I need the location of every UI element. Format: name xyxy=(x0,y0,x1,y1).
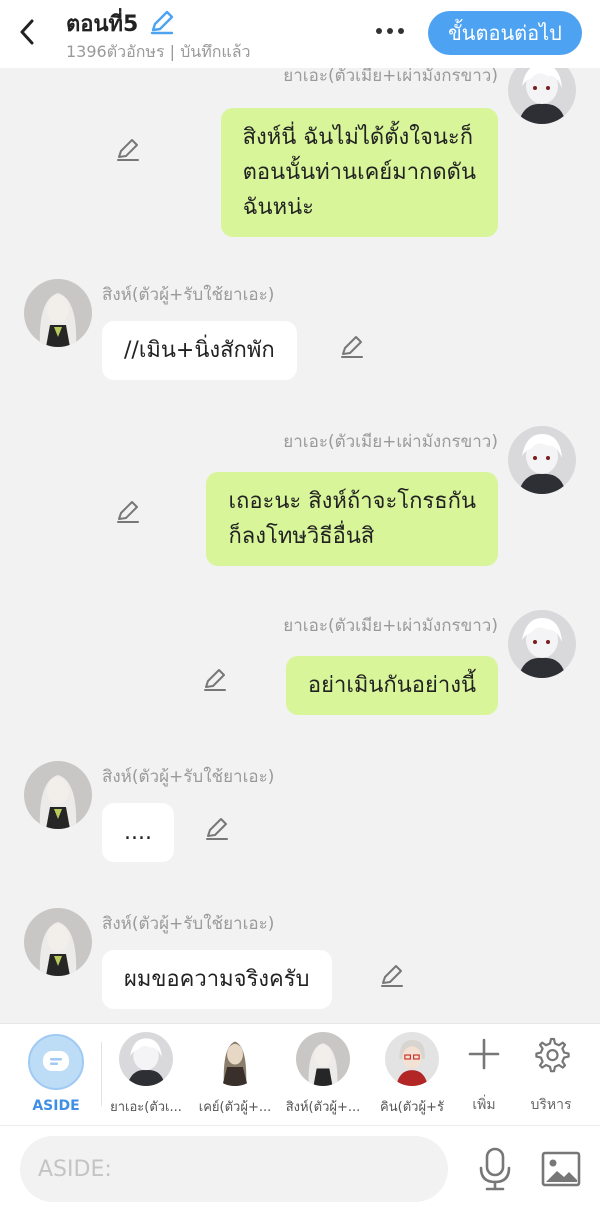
top-bar: ตอนที่5 1396ตัวอักษร | บันทึกแล้ว ขั้นตอ… xyxy=(0,0,600,68)
episode-title: ตอนที่5 xyxy=(66,12,139,37)
avatar-sing[interactable] xyxy=(24,279,92,347)
character-kin[interactable]: คิน(ตัวผู้+รั xyxy=(370,1032,454,1117)
edit-title-pencil-icon[interactable] xyxy=(148,8,176,36)
add-character-button[interactable]: เพิ่ม xyxy=(454,1034,514,1116)
character-yae[interactable]: ยาเอะ(ตัวเ... xyxy=(104,1032,188,1117)
speaker-name: ยาเอะ(ตัวเมีย+เผ่ามังกรขาว) xyxy=(283,616,498,636)
edit-message-pencil-icon[interactable] xyxy=(203,815,231,843)
character-label: คิน(ตัวผู้+รั xyxy=(380,1100,444,1115)
avatar-sing[interactable] xyxy=(24,761,92,829)
chat-area: ยาเอะ(ตัวเมีย+เผ่ามังกรขาว) สิงห์นี่ ฉัน… xyxy=(0,68,600,1023)
character-sing[interactable]: สิงห์(ตัวผู้+... xyxy=(281,1032,365,1117)
edit-message-pencil-icon[interactable] xyxy=(114,498,142,526)
speaker-name: ยาเอะ(ตัวเมีย+เผ่ามังกรขาว) xyxy=(283,68,498,86)
message-input[interactable] xyxy=(20,1136,448,1202)
message-input-bar xyxy=(0,1125,600,1214)
aside-label: ASIDE xyxy=(32,1098,80,1114)
character-kay[interactable]: เคย์(ตัวผู้+... xyxy=(193,1032,277,1117)
edit-message-pencil-icon[interactable] xyxy=(201,666,229,694)
message-bubble[interactable]: สิงห์นี่ ฉันไม่ได้ตั้งใจนะก็ ตอนนั้นท่าน… xyxy=(220,108,498,237)
add-label: เพิ่ม xyxy=(472,1097,496,1113)
message-bubble[interactable]: เถอะนะ สิงห์ถ้าจะโกรธกัน ก็ลงโทษวิธีอื่น… xyxy=(206,472,498,566)
character-label: เคย์(ตัวผู้+... xyxy=(198,1100,272,1115)
avatar-sing[interactable] xyxy=(24,908,92,976)
avatar xyxy=(296,1032,350,1086)
message-bubble[interactable]: อย่าเมินกันอย่างนี้ xyxy=(285,656,498,715)
gear-icon xyxy=(535,1037,570,1073)
more-options-icon[interactable] xyxy=(370,16,410,46)
speaker-name: ยาเอะ(ตัวเมีย+เผ่ามังกรขาว) xyxy=(283,432,498,452)
aside-button[interactable] xyxy=(28,1034,84,1090)
divider xyxy=(101,1042,102,1106)
edit-message-pencil-icon[interactable] xyxy=(114,136,142,164)
back-button[interactable] xyxy=(12,14,42,50)
speaker-name: สิงห์(ตัวผู้+รับใช้ยาเอะ) xyxy=(102,914,275,934)
message-bubble[interactable]: //เมิน+นิ่งสักพัก xyxy=(102,321,297,380)
speaker-name: สิงห์(ตัวผู้+รับใช้ยาเอะ) xyxy=(102,285,275,305)
character-count-status: 1396ตัวอักษร | บันทึกแล้ว xyxy=(66,42,251,61)
microphone-icon[interactable] xyxy=(474,1146,516,1192)
chat-bubble-icon xyxy=(43,1051,69,1071)
image-icon[interactable] xyxy=(540,1149,582,1189)
avatar xyxy=(208,1032,262,1086)
manage-characters-button[interactable]: บริหาร xyxy=(521,1034,581,1116)
message-bubble[interactable]: ผมขอความจริงครับ xyxy=(102,950,332,1009)
speaker-name: สิงห์(ตัวผู้+รับใช้ยาเอะ) xyxy=(102,767,275,787)
avatar-yae[interactable] xyxy=(508,610,576,678)
manage-label: บริหาร xyxy=(530,1097,572,1113)
chevron-left-icon xyxy=(20,19,34,45)
avatar xyxy=(385,1032,439,1086)
edit-message-pencil-icon[interactable] xyxy=(378,962,406,990)
edit-message-pencil-icon[interactable] xyxy=(338,333,366,361)
avatar xyxy=(119,1032,173,1086)
avatar-yae[interactable] xyxy=(508,68,576,124)
avatar-yae[interactable] xyxy=(508,426,576,494)
next-step-button[interactable]: ขั้นตอนต่อไป xyxy=(428,11,582,55)
character-label: ยาเอะ(ตัวเ... xyxy=(110,1100,182,1115)
plus-icon xyxy=(468,1038,500,1070)
message-bubble[interactable]: .... xyxy=(102,803,174,862)
character-selector-bar: ASIDE ยาเอะ(ตัวเ... เคย์(ตัวผู้+... สิงห… xyxy=(0,1023,600,1125)
character-label: สิงห์(ตัวผู้+... xyxy=(285,1100,361,1115)
